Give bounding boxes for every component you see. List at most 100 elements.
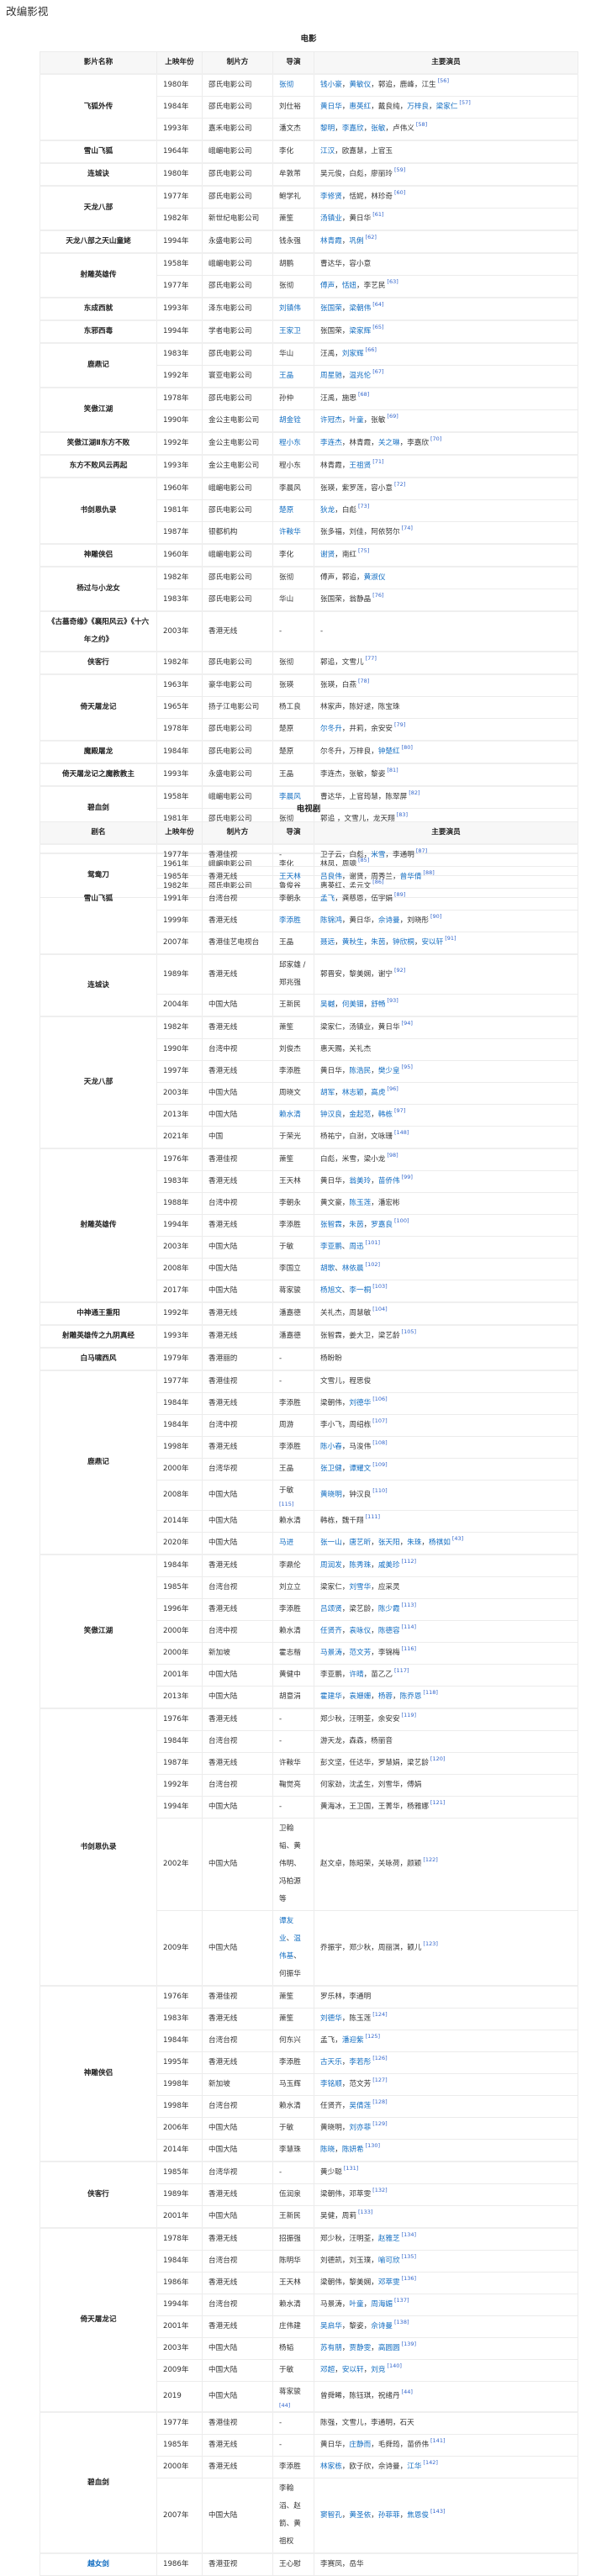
citation-link[interactable]: [79] bbox=[394, 721, 405, 728]
person-link[interactable]: 张敏 bbox=[371, 124, 385, 133]
citation-link[interactable]: [128] bbox=[372, 2098, 387, 2105]
citation-link[interactable]: [111] bbox=[366, 1513, 380, 1520]
person-link[interactable]: 许冠杰 bbox=[320, 416, 342, 425]
citation-link[interactable]: [127] bbox=[372, 2077, 387, 2083]
citation-link[interactable]: [119] bbox=[402, 1712, 416, 1718]
citation-link[interactable]: [67] bbox=[372, 368, 383, 375]
citation-link[interactable]: [126] bbox=[372, 2055, 387, 2061]
citation-link[interactable]: [140] bbox=[387, 2362, 401, 2369]
person-link[interactable]: 陈德容 bbox=[378, 1627, 400, 1635]
citation-link[interactable]: [139] bbox=[402, 2341, 416, 2347]
person-link[interactable]: 舒畅 bbox=[371, 1000, 385, 1009]
person-link[interactable]: 安以轩 bbox=[342, 2366, 364, 2374]
citation-link[interactable]: [99] bbox=[402, 1174, 413, 1180]
person-link[interactable]: 窦智孔 bbox=[320, 2511, 342, 2520]
citation-link[interactable]: [81] bbox=[387, 767, 398, 773]
citation-link[interactable]: [97] bbox=[394, 1107, 405, 1114]
citation-link[interactable]: [71] bbox=[372, 458, 383, 465]
person-link[interactable]: 程小东 bbox=[279, 439, 301, 447]
person-link[interactable]: 霍建华 bbox=[320, 1692, 342, 1701]
citation-link[interactable]: [138] bbox=[394, 2319, 409, 2325]
person-link[interactable]: 赵雅芝 bbox=[378, 2235, 400, 2243]
citation-link[interactable]: [129] bbox=[372, 2120, 387, 2127]
person-link[interactable]: 张彻 bbox=[279, 81, 293, 89]
person-link[interactable]: 胡军 bbox=[320, 1089, 335, 1097]
person-link[interactable]: 叶童 bbox=[349, 2300, 363, 2309]
citation-link[interactable]: [125] bbox=[366, 2033, 380, 2040]
citation-link[interactable]: [88] bbox=[423, 869, 434, 876]
person-link[interactable]: 李嘉欣 bbox=[342, 124, 364, 133]
citation-link[interactable]: [77] bbox=[366, 655, 377, 662]
citation-link[interactable]: [59] bbox=[394, 166, 405, 173]
person-link[interactable]: 张智霖 bbox=[320, 1221, 342, 1229]
person-link[interactable]: 江华 bbox=[407, 2463, 421, 2471]
person-link[interactable]: 刘德华 bbox=[349, 1399, 371, 1407]
person-link[interactable]: 张卫健 bbox=[320, 1465, 342, 1473]
citation-link[interactable]: [82] bbox=[409, 789, 420, 796]
person-link[interactable]: 李添胜 bbox=[279, 916, 301, 925]
person-link[interactable]: 陈浩民 bbox=[349, 1067, 371, 1075]
citation-link[interactable]: [94] bbox=[402, 1020, 413, 1027]
person-link[interactable]: 黄敏仪 bbox=[349, 81, 371, 89]
person-link[interactable]: 吕良伟 bbox=[320, 873, 342, 881]
person-link[interactable]: 王天林 bbox=[279, 873, 301, 881]
person-link[interactable]: 高圆圆 bbox=[378, 2344, 400, 2352]
person-link[interactable]: 马景涛 bbox=[320, 1649, 342, 1657]
person-link[interactable]: 韩栋 bbox=[378, 1111, 393, 1119]
person-link[interactable]: 焦恩俊 bbox=[407, 2511, 429, 2520]
person-link[interactable]: 汤镇业 bbox=[320, 214, 342, 223]
person-link[interactable]: 孟飞 bbox=[320, 895, 335, 903]
person-link[interactable]: 黄秋生 bbox=[342, 938, 364, 947]
person-link[interactable]: 樊少皇 bbox=[378, 1067, 400, 1075]
person-link[interactable]: 杨旭文 bbox=[320, 1286, 342, 1295]
citation-link[interactable]: [102] bbox=[366, 1261, 380, 1268]
person-link[interactable]: 唐艺昕 bbox=[349, 1539, 371, 1547]
citation-link[interactable]: [106] bbox=[372, 1396, 387, 1402]
person-link[interactable]: 陈乔恩 bbox=[400, 1692, 422, 1701]
person-link[interactable]: 马进 bbox=[279, 1539, 293, 1547]
person-link[interactable]: 胡歌 bbox=[320, 1264, 335, 1273]
person-link[interactable]: 朱茵 bbox=[349, 1221, 363, 1229]
citation-link[interactable]: [90] bbox=[430, 913, 441, 920]
citation-link[interactable]: [64] bbox=[372, 301, 383, 308]
person-link[interactable]: 关之琳 bbox=[378, 439, 400, 447]
person-link[interactable]: 刘德华 bbox=[320, 2014, 342, 2023]
person-link[interactable]: 林依晨 bbox=[342, 1264, 364, 1273]
person-link[interactable]: 黄圣依 bbox=[349, 2511, 371, 2520]
person-link[interactable]: 吴启华 bbox=[320, 2322, 342, 2331]
citation-link[interactable]: [110] bbox=[372, 1487, 387, 1494]
citation-link[interactable]: [123] bbox=[423, 1940, 437, 1947]
person-link[interactable]: 贾静雯 bbox=[349, 2344, 371, 2352]
person-link[interactable]: 李晨风 bbox=[279, 793, 301, 801]
citation-link[interactable]: [44] bbox=[279, 2401, 308, 2410]
person-link[interactable]: 张一山 bbox=[320, 1539, 342, 1547]
citation-link[interactable]: [78] bbox=[358, 678, 369, 684]
person-link[interactable]: 古天乐 bbox=[320, 2058, 342, 2067]
person-link[interactable]: 李一桐 bbox=[349, 1286, 371, 1295]
person-link[interactable]: 曾华倩 bbox=[400, 873, 422, 881]
person-link[interactable]: 刘镇伟 bbox=[279, 304, 301, 313]
citation-link[interactable]: [80] bbox=[402, 744, 413, 751]
citation-link[interactable]: [137] bbox=[394, 2297, 409, 2304]
person-link[interactable]: 王祖贤 bbox=[349, 462, 371, 470]
person-link[interactable]: 楚原 bbox=[279, 506, 293, 515]
person-link[interactable]: 杨蓉 bbox=[378, 1692, 393, 1701]
person-link[interactable]: 杨祺如 bbox=[429, 1539, 451, 1547]
citation-link[interactable]: [92] bbox=[394, 967, 405, 974]
person-link[interactable]: 陈小春 bbox=[320, 1443, 342, 1451]
citation-link[interactable]: [136] bbox=[402, 2275, 416, 2282]
person-link[interactable]: 许晴 bbox=[349, 1671, 363, 1679]
citation-link[interactable]: [74] bbox=[402, 525, 413, 531]
person-link[interactable]: 巩俐 bbox=[349, 237, 363, 245]
person-link[interactable]: 李若彤 bbox=[349, 2058, 371, 2067]
person-link[interactable]: 邓萃雯 bbox=[378, 2278, 400, 2287]
citation-link[interactable]: [109] bbox=[372, 1461, 387, 1468]
citation-link[interactable]: [56] bbox=[438, 77, 449, 84]
person-link[interactable]: 周星驰 bbox=[320, 372, 342, 380]
person-link[interactable]: 周润发 bbox=[320, 1561, 342, 1570]
citation-link[interactable]: [121] bbox=[430, 1799, 445, 1806]
person-link[interactable]: 林家栋 bbox=[320, 2463, 342, 2471]
citation-link[interactable]: [115] bbox=[279, 1500, 308, 1508]
person-link[interactable]: 陈锦鸿 bbox=[320, 916, 342, 925]
person-link[interactable]: 高虎 bbox=[371, 1089, 385, 1097]
